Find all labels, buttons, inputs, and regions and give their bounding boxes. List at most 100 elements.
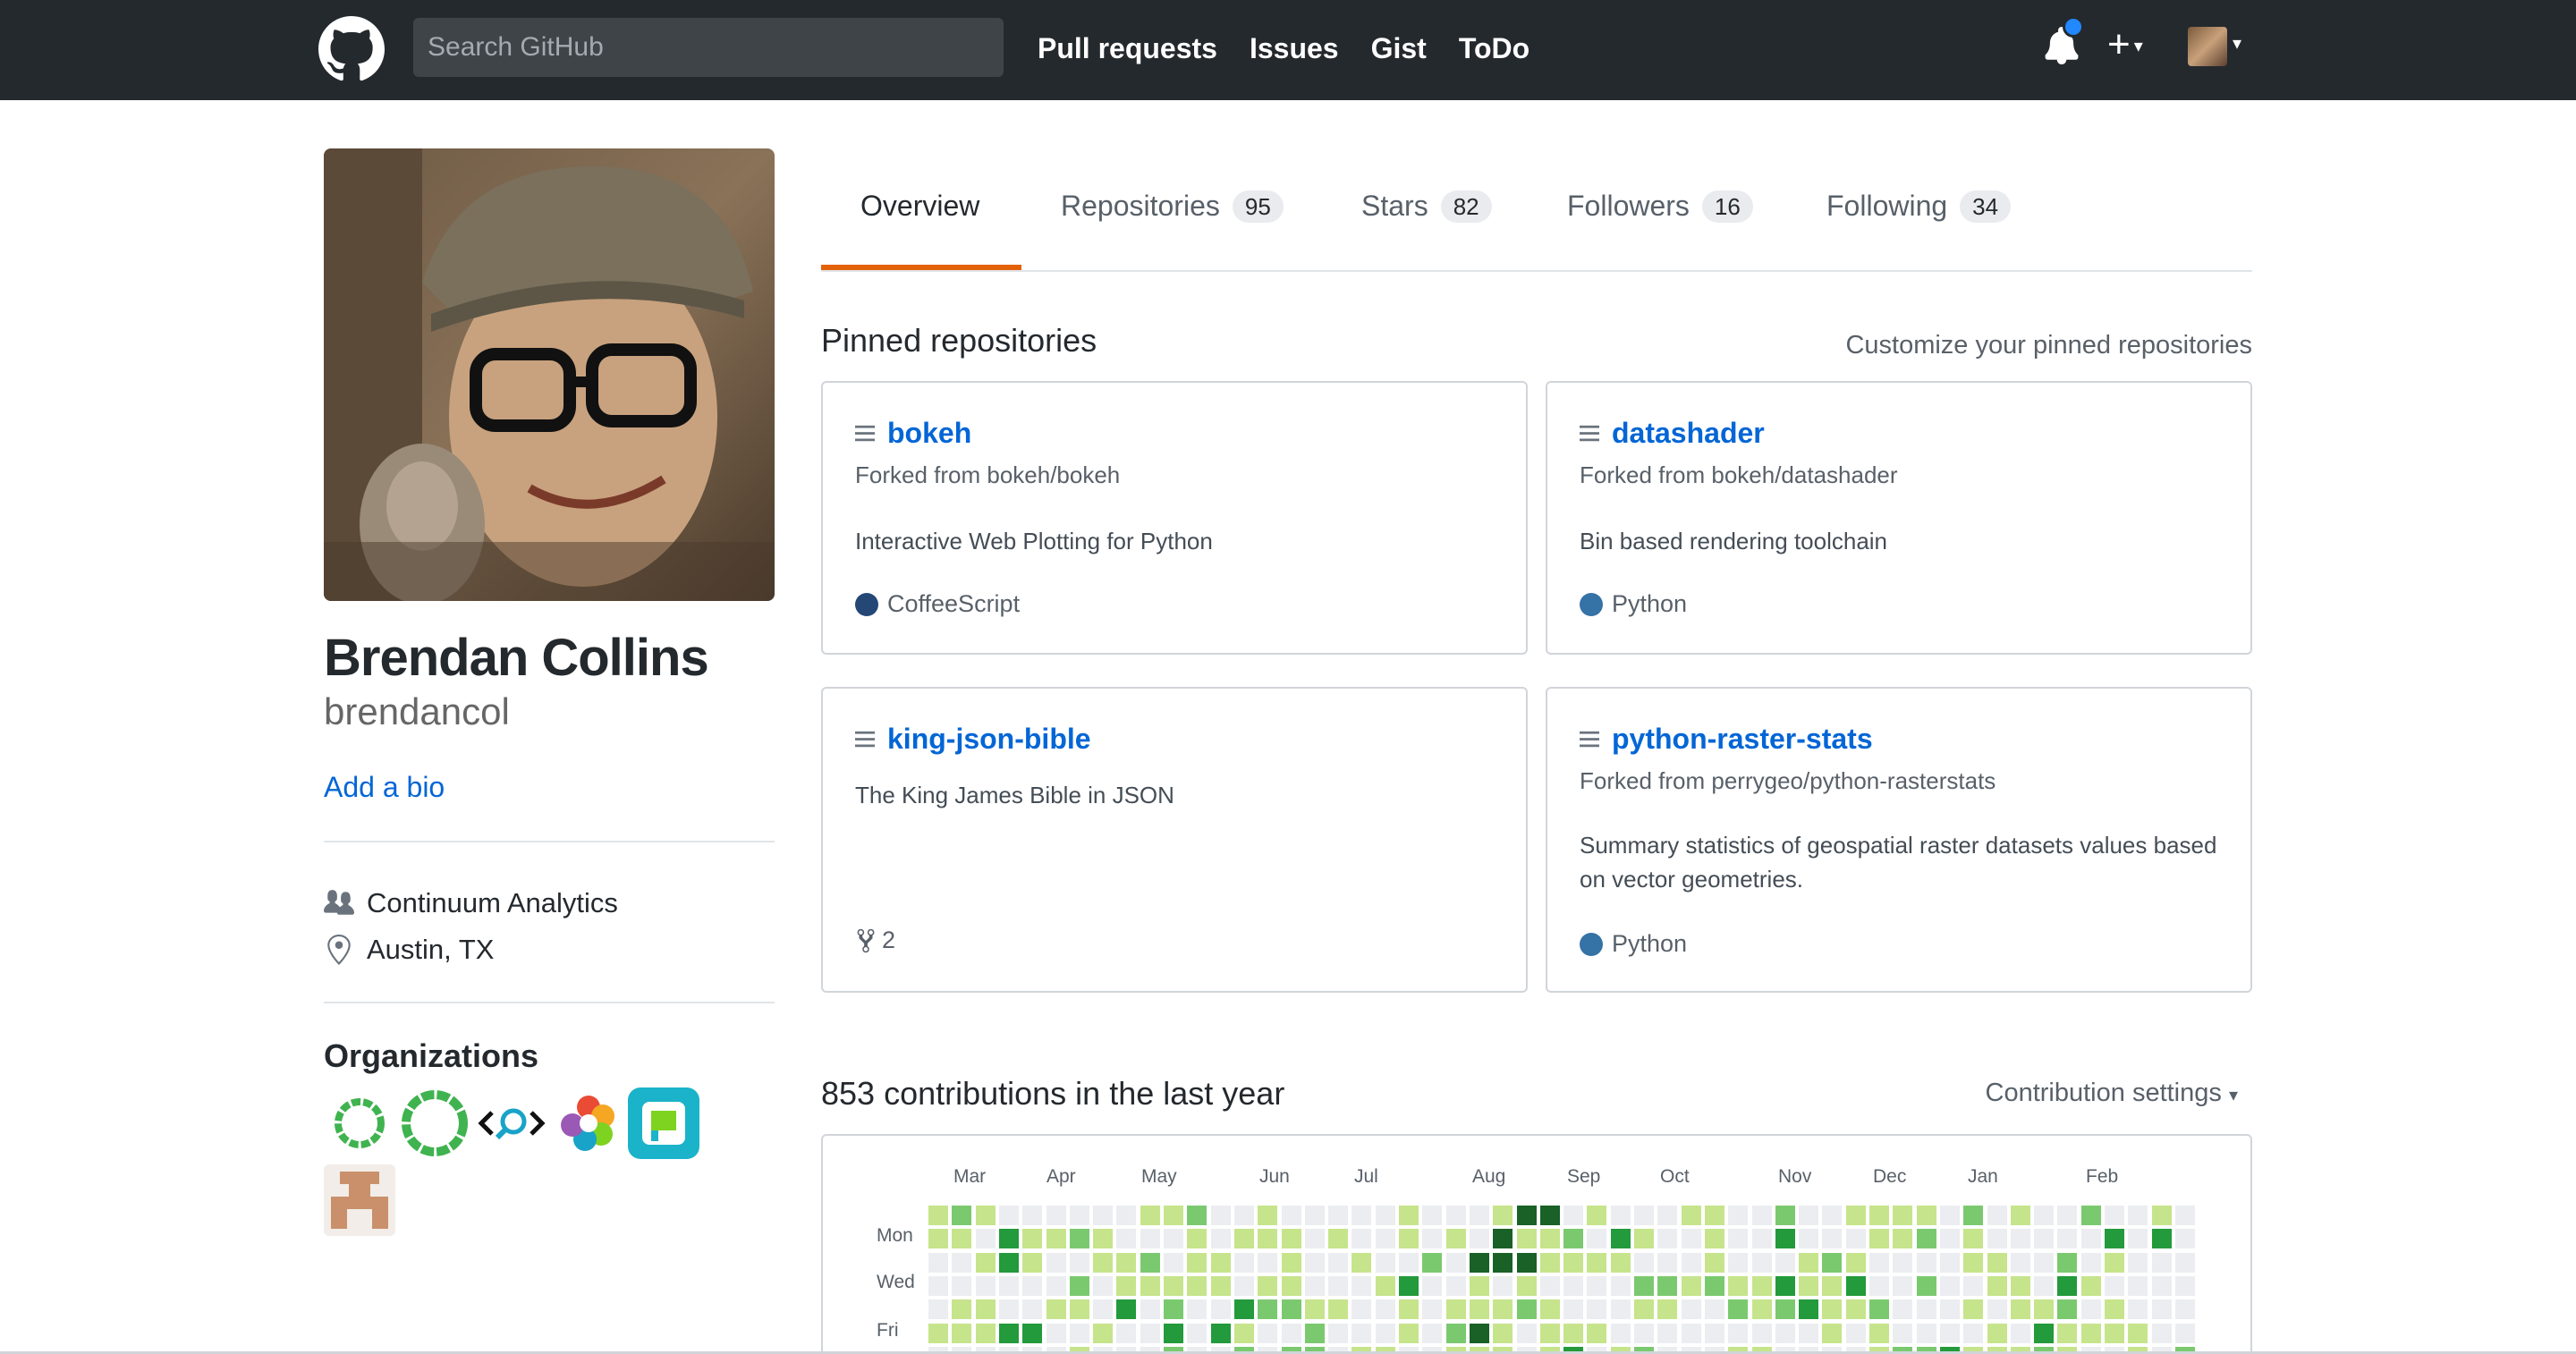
contribution-day-cell[interactable] <box>1705 1206 1724 1225</box>
contribution-day-cell[interactable] <box>1682 1206 1701 1225</box>
contribution-day-cell[interactable] <box>1328 1299 1348 1319</box>
contribution-day-cell[interactable] <box>1211 1253 1231 1273</box>
contribution-day-cell[interactable] <box>2057 1229 2077 1248</box>
contribution-day-cell[interactable] <box>1140 1324 1160 1343</box>
contribution-day-cell[interactable] <box>976 1253 996 1273</box>
contribution-day-cell[interactable] <box>1022 1229 1042 1248</box>
contribution-day-cell[interactable] <box>1846 1206 1866 1225</box>
nav-todo[interactable]: ToDo <box>1459 27 1530 70</box>
contribution-day-cell[interactable] <box>2128 1276 2148 1296</box>
contribution-day-cell[interactable] <box>1070 1206 1089 1225</box>
contribution-day-cell[interactable] <box>1022 1276 1042 1296</box>
contribution-day-cell[interactable] <box>1093 1229 1113 1248</box>
contribution-day-cell[interactable] <box>2152 1324 2172 1343</box>
contribution-day-cell[interactable] <box>1093 1276 1113 1296</box>
contribution-day-cell[interactable] <box>1987 1253 2007 1273</box>
contribution-day-cell[interactable] <box>1422 1299 1442 1319</box>
contribution-day-cell[interactable] <box>1070 1276 1089 1296</box>
contribution-day-cell[interactable] <box>2057 1299 2077 1319</box>
contribution-day-cell[interactable] <box>1963 1229 1983 1248</box>
contribution-day-cell[interactable] <box>1446 1253 1466 1273</box>
contribution-day-cell[interactable] <box>1046 1276 1066 1296</box>
contribution-day-cell[interactable] <box>1540 1276 1560 1296</box>
contribution-day-cell[interactable] <box>1587 1229 1606 1248</box>
contribution-day-cell[interactable] <box>1470 1253 1489 1273</box>
contribution-day-cell[interactable] <box>1352 1229 1371 1248</box>
contribution-day-cell[interactable] <box>1328 1276 1348 1296</box>
contribution-day-cell[interactable] <box>2034 1276 2054 1296</box>
contribution-day-cell[interactable] <box>1187 1229 1207 1248</box>
repo-name-link[interactable]: datashader <box>1612 417 1765 450</box>
contribution-day-cell[interactable] <box>1563 1276 1583 1296</box>
contribution-day-cell[interactable] <box>1822 1276 1842 1296</box>
contribution-day-cell[interactable] <box>1611 1253 1631 1273</box>
contribution-day-cell[interactable] <box>1116 1299 1136 1319</box>
contribution-day-cell[interactable] <box>1070 1229 1089 1248</box>
contribution-day-cell[interactable] <box>1799 1299 1818 1319</box>
contribution-day-cell[interactable] <box>1869 1253 1889 1273</box>
contribution-day-cell[interactable] <box>1611 1276 1631 1296</box>
contribution-day-cell[interactable] <box>1352 1276 1371 1296</box>
contribution-day-cell[interactable] <box>1022 1253 1042 1273</box>
contribution-day-cell[interactable] <box>1634 1206 1654 1225</box>
contribution-day-cell[interactable] <box>2011 1229 2030 1248</box>
contribution-day-cell[interactable] <box>1728 1206 1748 1225</box>
contribution-day-cell[interactable] <box>1940 1206 1960 1225</box>
contribution-day-cell[interactable] <box>1822 1229 1842 1248</box>
contribution-day-cell[interactable] <box>1963 1299 1983 1319</box>
contribution-day-cell[interactable] <box>1046 1229 1066 1248</box>
contribution-day-cell[interactable] <box>1657 1253 1677 1273</box>
contribution-day-cell[interactable] <box>1305 1206 1325 1225</box>
contribution-day-cell[interactable] <box>1563 1253 1583 1273</box>
contribution-day-cell[interactable] <box>1540 1206 1560 1225</box>
contribution-day-cell[interactable] <box>2105 1206 2124 1225</box>
contribution-day-cell[interactable] <box>1540 1253 1560 1273</box>
contribution-day-cell[interactable] <box>1705 1253 1724 1273</box>
contribution-day-cell[interactable] <box>1634 1276 1654 1296</box>
contribution-day-cell[interactable] <box>1140 1299 1160 1319</box>
contribution-day-cell[interactable] <box>1634 1253 1654 1273</box>
contribution-day-cell[interactable] <box>2011 1324 2030 1343</box>
contribution-day-cell[interactable] <box>1705 1276 1724 1296</box>
contribution-day-cell[interactable] <box>1282 1229 1301 1248</box>
contribution-day-cell[interactable] <box>2105 1299 2124 1319</box>
contribution-day-cell[interactable] <box>999 1253 1019 1273</box>
contribution-day-cell[interactable] <box>2152 1276 2172 1296</box>
contribution-day-cell[interactable] <box>928 1299 948 1319</box>
contribution-day-cell[interactable] <box>1587 1276 1606 1296</box>
contribution-day-cell[interactable] <box>952 1206 971 1225</box>
contribution-day-cell[interactable] <box>952 1299 971 1319</box>
tab-stars[interactable]: Stars 82 <box>1361 190 1492 223</box>
contribution-day-cell[interactable] <box>1987 1324 2007 1343</box>
contribution-day-cell[interactable] <box>1422 1324 1442 1343</box>
contribution-day-cell[interactable] <box>1963 1276 1983 1296</box>
contribution-day-cell[interactable] <box>1376 1324 1395 1343</box>
contribution-day-cell[interactable] <box>1352 1299 1371 1319</box>
contribution-day-cell[interactable] <box>1987 1206 2007 1225</box>
contribution-day-cell[interactable] <box>2105 1276 2124 1296</box>
contribution-day-cell[interactable] <box>1022 1324 1042 1343</box>
contribution-day-cell[interactable] <box>1470 1299 1489 1319</box>
contribution-day-cell[interactable] <box>2105 1324 2124 1343</box>
contribution-day-cell[interactable] <box>1869 1299 1889 1319</box>
contribution-day-cell[interactable] <box>1234 1206 1254 1225</box>
contribution-day-cell[interactable] <box>1399 1299 1419 1319</box>
contribution-day-cell[interactable] <box>2034 1299 2054 1319</box>
contribution-day-cell[interactable] <box>2128 1206 2148 1225</box>
contribution-day-cell[interactable] <box>1164 1324 1183 1343</box>
contribution-day-cell[interactable] <box>1258 1206 1277 1225</box>
contribution-day-cell[interactable] <box>1728 1299 1748 1319</box>
contribution-day-cell[interactable] <box>1940 1229 1960 1248</box>
contribution-day-cell[interactable] <box>1446 1229 1466 1248</box>
contribution-day-cell[interactable] <box>1116 1229 1136 1248</box>
contribution-day-cell[interactable] <box>999 1206 1019 1225</box>
contribution-day-cell[interactable] <box>1328 1229 1348 1248</box>
organization-avatar[interactable] <box>476 1087 547 1159</box>
contribution-day-cell[interactable] <box>1775 1324 1795 1343</box>
contribution-day-cell[interactable] <box>1587 1324 1606 1343</box>
tab-following[interactable]: Following 34 <box>1826 190 2012 223</box>
contribution-day-cell[interactable] <box>1657 1299 1677 1319</box>
contribution-day-cell[interactable] <box>1446 1299 1466 1319</box>
organization-avatar[interactable] <box>628 1087 699 1159</box>
contribution-day-cell[interactable] <box>1305 1229 1325 1248</box>
